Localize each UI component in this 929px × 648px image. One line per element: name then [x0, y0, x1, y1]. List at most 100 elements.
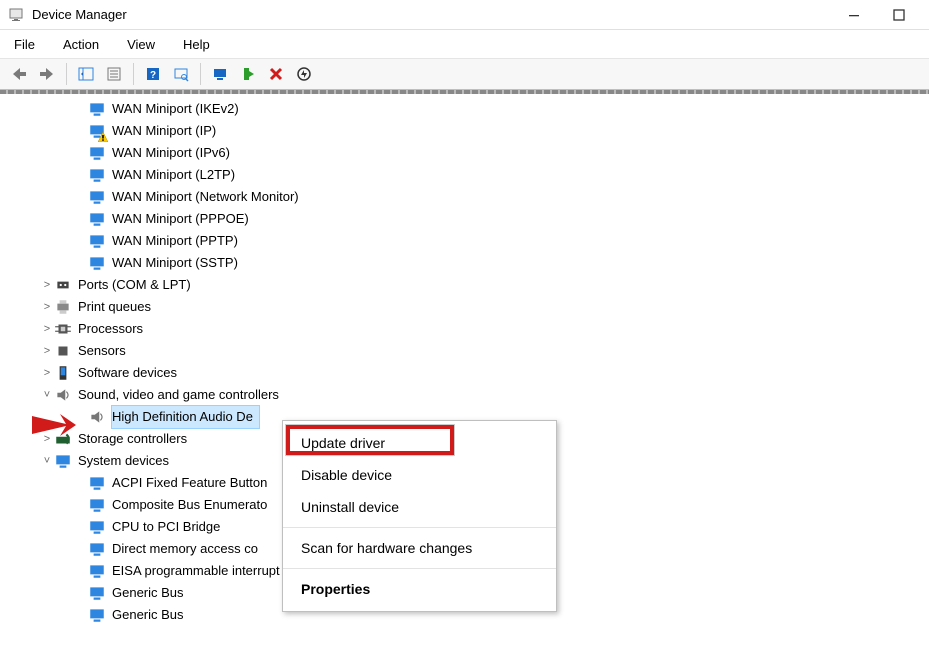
chevron-right-icon[interactable] [40, 362, 54, 384]
computer-icon [88, 518, 106, 536]
tree-item-label: High Definition Audio De [112, 406, 259, 428]
context-menu-properties[interactable]: Properties [283, 573, 556, 605]
tree-item-sound-video-game[interactable]: Sound, video and game controllers [4, 384, 929, 406]
tree-item-label: Software devices [78, 362, 183, 384]
storage-icon [54, 430, 72, 448]
tree-item-label: System devices [78, 450, 175, 472]
tree-item-label: Sensors [78, 340, 132, 362]
computer-icon [88, 540, 106, 558]
speaker-icon [54, 386, 72, 404]
toolbar: ? [0, 58, 929, 90]
menu-bar: File Action View Help [0, 30, 929, 58]
enable-device-button[interactable] [235, 61, 261, 87]
tree-item-label: WAN Miniport (PPTP) [112, 230, 244, 252]
chevron-right-icon[interactable] [40, 296, 54, 318]
properties-button[interactable] [101, 61, 127, 87]
tree-item-label: Print queues [78, 296, 157, 318]
chevron-down-icon[interactable] [40, 384, 54, 406]
network-adapter-icon [88, 188, 106, 206]
tree-item-label: Storage controllers [78, 428, 193, 450]
network-adapter-icon [88, 254, 106, 272]
tree-item-label: ACPI Fixed Feature Button [112, 472, 273, 494]
toolbar-separator [66, 63, 67, 85]
context-menu-scan-hardware[interactable]: Scan for hardware changes [283, 532, 556, 564]
menu-view[interactable]: View [119, 34, 163, 55]
disable-device-button[interactable] [291, 61, 317, 87]
tree-item-label: Sound, video and game controllers [78, 384, 285, 406]
network-adapter-icon [88, 166, 106, 184]
network-adapter-icon [88, 144, 106, 162]
menu-action[interactable]: Action [55, 34, 107, 55]
context-menu-separator [283, 527, 556, 528]
chevron-right-icon[interactable] [40, 318, 54, 340]
app-icon [8, 7, 24, 23]
computer-icon [88, 606, 106, 624]
tree-item-label: WAN Miniport (IP) [112, 120, 222, 142]
tree-item-label: CPU to PCI Bridge [112, 516, 226, 538]
tree-item-label: WAN Miniport (L2TP) [112, 164, 241, 186]
tree-item-label: Direct memory access co [112, 538, 264, 560]
forward-button[interactable] [34, 61, 60, 87]
tree-item-label: Composite Bus Enumerato [112, 494, 273, 516]
chevron-right-icon[interactable] [40, 274, 54, 296]
tree-item-label: WAN Miniport (SSTP) [112, 252, 244, 274]
context-menu-update-driver[interactable]: Update driver [283, 427, 556, 459]
menu-file[interactable]: File [6, 34, 43, 55]
toolbar-separator [200, 63, 201, 85]
chevron-right-icon[interactable] [40, 428, 54, 450]
tree-item-label: WAN Miniport (IPv6) [112, 142, 236, 164]
tree-item-wan-miniport[interactable]: WAN Miniport (IP) [4, 120, 929, 142]
back-button[interactable] [6, 61, 32, 87]
computer-icon [88, 474, 106, 492]
chevron-down-icon[interactable] [40, 450, 54, 472]
context-menu-disable-device[interactable]: Disable device [283, 459, 556, 491]
computer-icon [88, 584, 106, 602]
tree-item-ports[interactable]: Ports (COM & LPT) [4, 274, 929, 296]
toolbar-separator [133, 63, 134, 85]
tree-item-label: WAN Miniport (PPPOE) [112, 208, 255, 230]
title-bar: Device Manager [0, 0, 929, 30]
cpu-icon [54, 320, 72, 338]
tree-item-wan-miniport[interactable]: WAN Miniport (PPPOE) [4, 208, 929, 230]
help-button[interactable]: ? [140, 61, 166, 87]
network-adapter-icon [88, 210, 106, 228]
show-hide-tree-button[interactable] [73, 61, 99, 87]
maximize-button[interactable] [876, 1, 921, 29]
tree-item-processors[interactable]: Processors [4, 318, 929, 340]
tree-item-print-queues[interactable]: Print queues [4, 296, 929, 318]
computer-icon [88, 562, 106, 580]
tree-item-sensors[interactable]: Sensors [4, 340, 929, 362]
context-menu-uninstall-device[interactable]: Uninstall device [283, 491, 556, 523]
uninstall-device-button[interactable] [263, 61, 289, 87]
printer-icon [54, 298, 72, 316]
context-menu-separator [283, 568, 556, 569]
device-icon [54, 364, 72, 382]
context-menu: Update driver Disable device Uninstall d… [282, 420, 557, 612]
minimize-button[interactable] [831, 1, 876, 29]
tree-item-label: WAN Miniport (IKEv2) [112, 98, 245, 120]
tree-item-label: WAN Miniport (Network Monitor) [112, 186, 305, 208]
tree-item-label: Generic Bus [112, 582, 190, 604]
svg-text:?: ? [150, 70, 156, 81]
sensor-icon [54, 342, 72, 360]
speaker-icon [88, 408, 106, 426]
chevron-right-icon[interactable] [40, 340, 54, 362]
tree-item-wan-miniport[interactable]: WAN Miniport (Network Monitor) [4, 186, 929, 208]
scan-hardware-button[interactable] [168, 61, 194, 87]
tree-item-software-devices[interactable]: Software devices [4, 362, 929, 384]
tree-item-wan-miniport[interactable]: WAN Miniport (IKEv2) [4, 98, 929, 120]
network-adapter-icon [88, 122, 106, 140]
tree-item-wan-miniport[interactable]: WAN Miniport (PPTP) [4, 230, 929, 252]
network-adapter-icon [88, 232, 106, 250]
tree-item-wan-miniport[interactable]: WAN Miniport (L2TP) [4, 164, 929, 186]
menu-help[interactable]: Help [175, 34, 218, 55]
tree-item-wan-miniport[interactable]: WAN Miniport (SSTP) [4, 252, 929, 274]
tree-item-wan-miniport[interactable]: WAN Miniport (IPv6) [4, 142, 929, 164]
tree-item-label: Processors [78, 318, 149, 340]
tree-item-label: Ports (COM & LPT) [78, 274, 197, 296]
computer-icon [54, 452, 72, 470]
tree-item-label: Generic Bus [112, 604, 190, 626]
port-icon [54, 276, 72, 294]
network-adapter-icon [88, 100, 106, 118]
update-driver-button[interactable] [207, 61, 233, 87]
